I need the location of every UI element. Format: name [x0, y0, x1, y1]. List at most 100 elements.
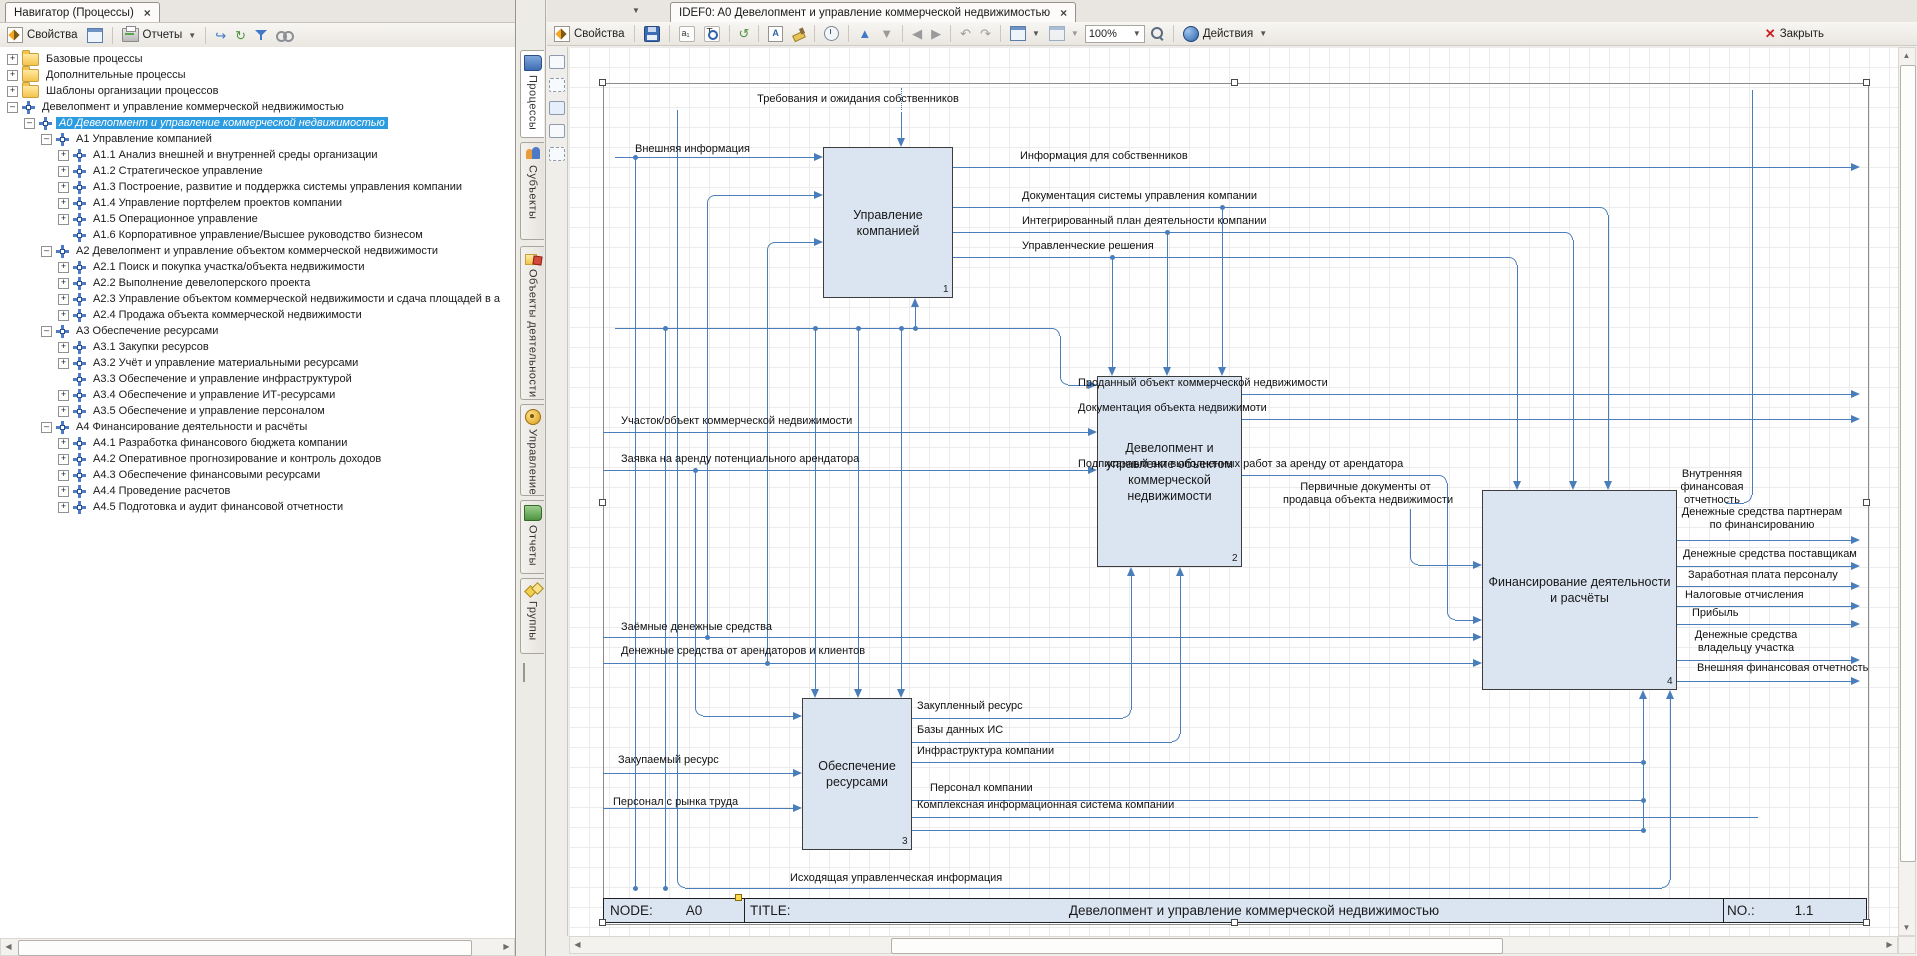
expand-icon[interactable]: + — [7, 54, 18, 65]
tree-horizontal-scrollbar[interactable]: ◀ ▶ — [0, 938, 515, 956]
tree-item[interactable]: +A1.1 Анализ внешней и внутренней среды … — [0, 147, 515, 163]
reports-button[interactable]: Отчеты ▼ — [119, 27, 200, 43]
tree-item[interactable]: +A2.1 Поиск и покупка участка/объекта не… — [0, 259, 515, 275]
text-block-button[interactable] — [765, 25, 786, 43]
expand-icon[interactable]: + — [7, 86, 18, 97]
filter-button[interactable] — [252, 28, 270, 42]
close-diagram-button[interactable]: ✕ Закрыть — [1762, 25, 1827, 43]
tree-item[interactable]: +A4.5 Подготовка и аудит финансовой отче… — [0, 499, 515, 515]
move-up-button[interactable]: ▲ — [855, 26, 874, 41]
side-tab-1[interactable]: Процессы — [520, 50, 544, 138]
selection-handle[interactable] — [1231, 919, 1238, 926]
expand-icon[interactable]: + — [58, 294, 69, 305]
side-tab-3[interactable]: Объекты деятельности — [520, 246, 544, 400]
expand-icon[interactable]: + — [58, 262, 69, 273]
scrollbar-thumb[interactable] — [18, 940, 472, 956]
tree-item[interactable]: +A4.1 Разработка финансового бюджета ком… — [0, 435, 515, 451]
tree-item[interactable]: +A4.4 Проведение расчетов — [0, 483, 515, 499]
page-icon[interactable] — [523, 664, 525, 682]
tree-item[interactable]: –A1 Управление компанией — [0, 131, 515, 147]
tree-item[interactable]: +A3.2 Учёт и управление материальными ре… — [0, 355, 515, 371]
box-tool-icon[interactable] — [549, 78, 565, 92]
tab-navigator[interactable]: Навигатор (Процессы) × — [5, 2, 160, 22]
tree-item[interactable]: A1.6 Корпоративное управление/Высшее рук… — [0, 227, 515, 243]
expand-icon[interactable]: + — [58, 198, 69, 209]
diagram-horizontal-scrollbar[interactable]: ◀ ▶ — [569, 936, 1898, 954]
frame-tool-icon[interactable] — [549, 55, 565, 69]
expand-icon[interactable]: + — [58, 150, 69, 161]
expand-icon[interactable]: + — [7, 70, 18, 81]
selection-handle[interactable] — [1863, 919, 1870, 926]
expand-icon[interactable]: + — [58, 310, 69, 321]
tree-item[interactable]: +A2.4 Продажа объекта коммерческой недви… — [0, 307, 515, 323]
prev-diagram-button[interactable]: ↶ — [957, 26, 974, 41]
collapse-icon[interactable]: – — [24, 118, 35, 129]
undo-doc-button[interactable]: ↺ — [736, 26, 753, 41]
properties-button[interactable]: Свойства — [551, 25, 628, 43]
tree-item[interactable]: +A1.2 Стратегическое управление — [0, 163, 515, 179]
diagram-canvas[interactable]: NODE:A0TITLE:Девелопмент и управление ко… — [569, 47, 1898, 936]
function-box-3[interactable]: Обеспечение ресурсами — [802, 698, 912, 850]
side-tab-6[interactable]: Группы — [520, 578, 544, 654]
window-layout-button[interactable]: ▼ — [1046, 25, 1082, 42]
tree-item[interactable]: +A3.1 Закупки ресурсов — [0, 339, 515, 355]
scroll-left-arrow-icon[interactable]: ◀ — [1, 939, 16, 954]
go-to-button[interactable]: ↪ — [212, 28, 229, 43]
selection-handle[interactable] — [599, 919, 606, 926]
selection-handle[interactable] — [1231, 79, 1238, 86]
zoom-tool-button[interactable] — [1148, 26, 1167, 41]
tree-item[interactable]: +A1.4 Управление портфелем проектов комп… — [0, 195, 515, 211]
expand-icon[interactable]: + — [58, 358, 69, 369]
expand-icon[interactable]: + — [58, 470, 69, 481]
expand-icon[interactable]: + — [58, 390, 69, 401]
tree-item[interactable]: –Девелопмент и управление коммерческой н… — [0, 99, 515, 115]
close-icon[interactable]: × — [1060, 6, 1067, 20]
diagram-tool-icon[interactable] — [549, 101, 565, 115]
scroll-up-arrow-icon[interactable]: ▲ — [1899, 48, 1914, 63]
side-tab-4[interactable]: Управление — [520, 404, 544, 496]
tree-item[interactable]: +A3.5 Обеспечение и управление персонало… — [0, 403, 515, 419]
shape-tool-icon[interactable] — [549, 124, 565, 138]
tree-item[interactable]: +A2.2 Выполнение девелоперского проекта — [0, 275, 515, 291]
expand-icon[interactable]: + — [58, 182, 69, 193]
expand-icon[interactable]: + — [58, 454, 69, 465]
scroll-down-arrow-icon[interactable]: ▼ — [1899, 920, 1914, 935]
refresh-button[interactable]: ↻ — [232, 28, 249, 43]
tree-item[interactable]: +A4.2 Оперативное прогнозирование и конт… — [0, 451, 515, 467]
tree-item[interactable]: +Базовые процессы — [0, 51, 515, 67]
expand-icon[interactable]: + — [58, 166, 69, 177]
move-down-button[interactable]: ▼ — [877, 26, 896, 41]
expand-icon[interactable]: + — [58, 342, 69, 353]
actions-button[interactable]: Действия ▼ — [1180, 25, 1270, 43]
scrollbar-thumb[interactable] — [891, 938, 1503, 954]
expand-icon[interactable]: + — [58, 486, 69, 497]
side-tab-2[interactable]: Субъекты — [520, 142, 544, 240]
scrollbar-thumb[interactable] — [1900, 65, 1916, 862]
tree-item[interactable]: –A4 Финансирование деятельности и расчёт… — [0, 419, 515, 435]
expand-icon[interactable]: + — [58, 278, 69, 289]
window-split-button[interactable]: ▼ — [1007, 25, 1043, 42]
tab-idef0-diagram[interactable]: IDEF0: A0 Девелопмент и управление комме… — [670, 2, 1076, 22]
collapse-icon[interactable]: – — [41, 246, 52, 257]
collapse-icon[interactable]: – — [41, 326, 52, 337]
tree-item[interactable]: –A3 Обеспечение ресурсами — [0, 323, 515, 339]
nav-forward-button[interactable]: ▶ — [928, 26, 944, 41]
selection-handle[interactable] — [599, 79, 606, 86]
scroll-right-arrow-icon[interactable]: ▶ — [499, 939, 514, 954]
collapse-icon[interactable]: – — [7, 102, 18, 113]
connector-tool-icon[interactable] — [549, 147, 565, 161]
link-button[interactable] — [273, 29, 295, 41]
tree-item[interactable]: +Шаблоны организации процессов — [0, 83, 515, 99]
tree-item[interactable]: +Дополнительные процессы — [0, 67, 515, 83]
selection-handle[interactable] — [1863, 499, 1870, 506]
window-mode-button[interactable] — [84, 27, 106, 44]
selection-handle[interactable] — [735, 894, 742, 901]
format-brush-button[interactable] — [789, 26, 808, 41]
function-box-1[interactable]: Управление компанией — [823, 147, 953, 298]
properties-button[interactable]: Свойства — [4, 26, 81, 44]
tab-list-dropdown[interactable]: ▼ — [632, 6, 640, 15]
next-diagram-button[interactable]: ↷ — [977, 26, 994, 41]
selection-handle[interactable] — [599, 499, 606, 506]
scroll-left-arrow-icon[interactable]: ◀ — [570, 937, 585, 952]
side-tab-5[interactable]: Отчеты — [520, 500, 544, 574]
